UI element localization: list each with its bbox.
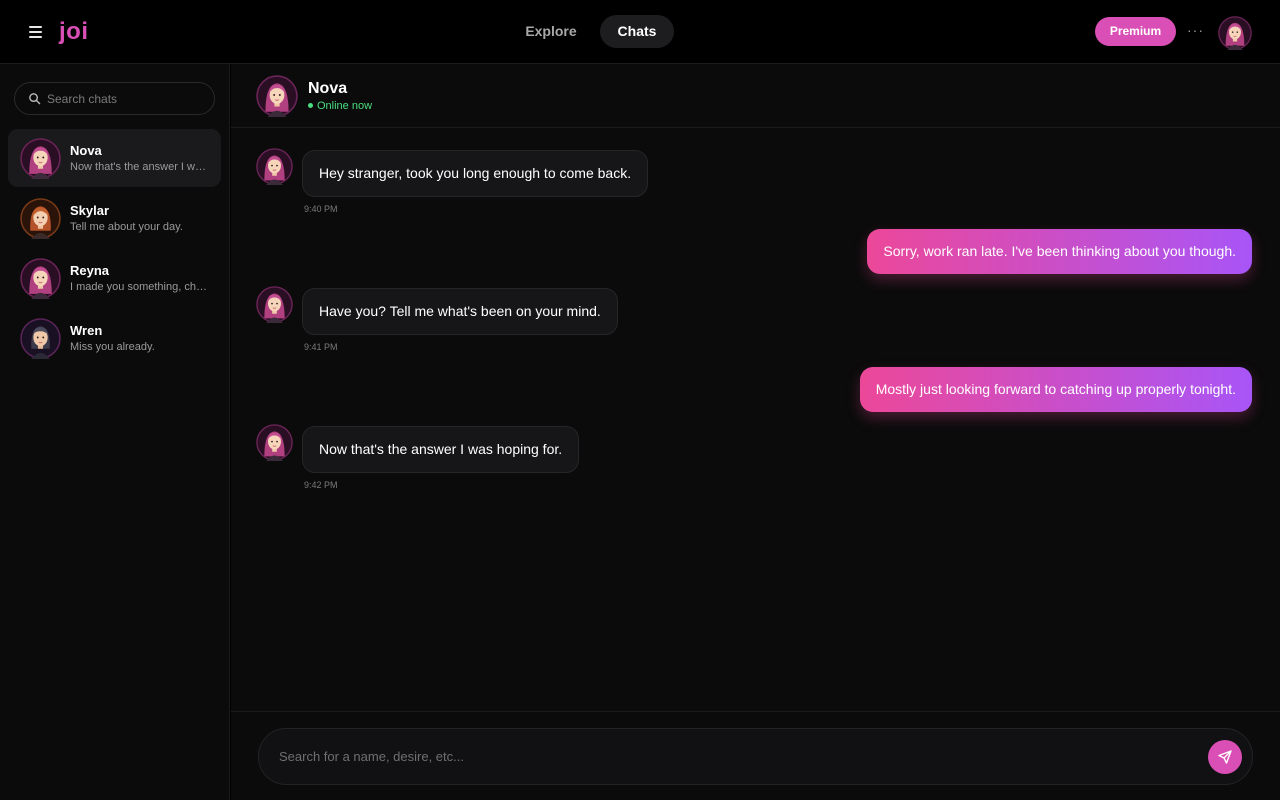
tab-chats[interactable]: Chats [600,15,674,48]
message-composer[interactable] [258,728,1253,785]
message-time: 9:41 PM [304,342,338,352]
search-chats-field[interactable] [14,82,215,115]
message-time: 9:40 PM [304,204,338,214]
send-icon [1218,750,1232,764]
chat-item-reyna[interactable]: Reyna I made you something, check it out… [8,249,221,307]
message-bubble-incoming: Have you? Tell me what's been on your mi… [302,288,618,335]
app-logo[interactable]: joi [59,17,89,47]
message-bubble-outgoing: Sorry, work ran late. I've been thinking… [867,229,1252,274]
chat-item-nova[interactable]: Nova Now that's the answer I was hoping … [8,129,221,187]
more-options-icon[interactable]: ··· [1187,20,1207,40]
chat-header: Nova Online now [231,64,1280,128]
chat-item-preview: Miss you already. [70,341,155,353]
online-status-text: Online now [317,100,373,112]
send-button[interactable] [1208,740,1242,774]
message-bubble-incoming: Hey stranger, took you long enough to co… [302,150,649,197]
online-dot-icon [308,102,313,108]
chat-item-skylar[interactable]: Skylar Tell me about your day. [8,189,221,247]
chat-main: Nova Online now Hey stranger, took you l… [231,64,1280,800]
contact-name: Nova [308,80,348,97]
top-bar: joi Explore Chats Premium ··· [0,0,1280,64]
reyna-avatar-icon [20,258,61,299]
online-status: Online now [308,100,372,112]
message-time: 9:42 PM [304,480,338,490]
chat-item-preview: Tell me about your day. [70,221,183,233]
tab-explore[interactable]: Explore [514,15,588,48]
composer-area [231,711,1280,800]
chat-item-preview: I made you something, check it out. [70,281,210,293]
chat-item-preview: Now that's the answer I was hoping for. [70,161,210,173]
skylar-avatar-icon [20,198,61,239]
user-avatar[interactable] [1218,16,1252,50]
message-bubble-outgoing: Mostly just looking forward to catching … [859,367,1252,412]
nova-avatar-icon [256,286,293,323]
search-chats-input[interactable] [47,83,207,114]
sidebar: Nova Now that's the answer I was hoping … [0,64,230,800]
chat-item-name: Skylar [70,203,110,218]
search-icon [29,93,41,105]
premium-button[interactable]: Premium [1095,17,1176,46]
chat-item-name: Wren [70,323,103,338]
nova-avatar-icon[interactable] [256,75,298,117]
nova-avatar-icon [20,138,61,179]
chat-item-wren[interactable]: Wren Miss you already. [8,309,221,367]
message-input[interactable] [279,729,1179,784]
wren-avatar-icon [20,318,61,359]
chat-item-name: Nova [70,143,102,158]
nova-avatar-icon [256,148,293,185]
message-bubble-incoming: Now that's the answer I was hoping for. [302,426,580,473]
nova-avatar-icon [256,424,293,461]
menu-icon[interactable] [26,22,48,42]
chat-item-name: Reyna [70,263,110,278]
